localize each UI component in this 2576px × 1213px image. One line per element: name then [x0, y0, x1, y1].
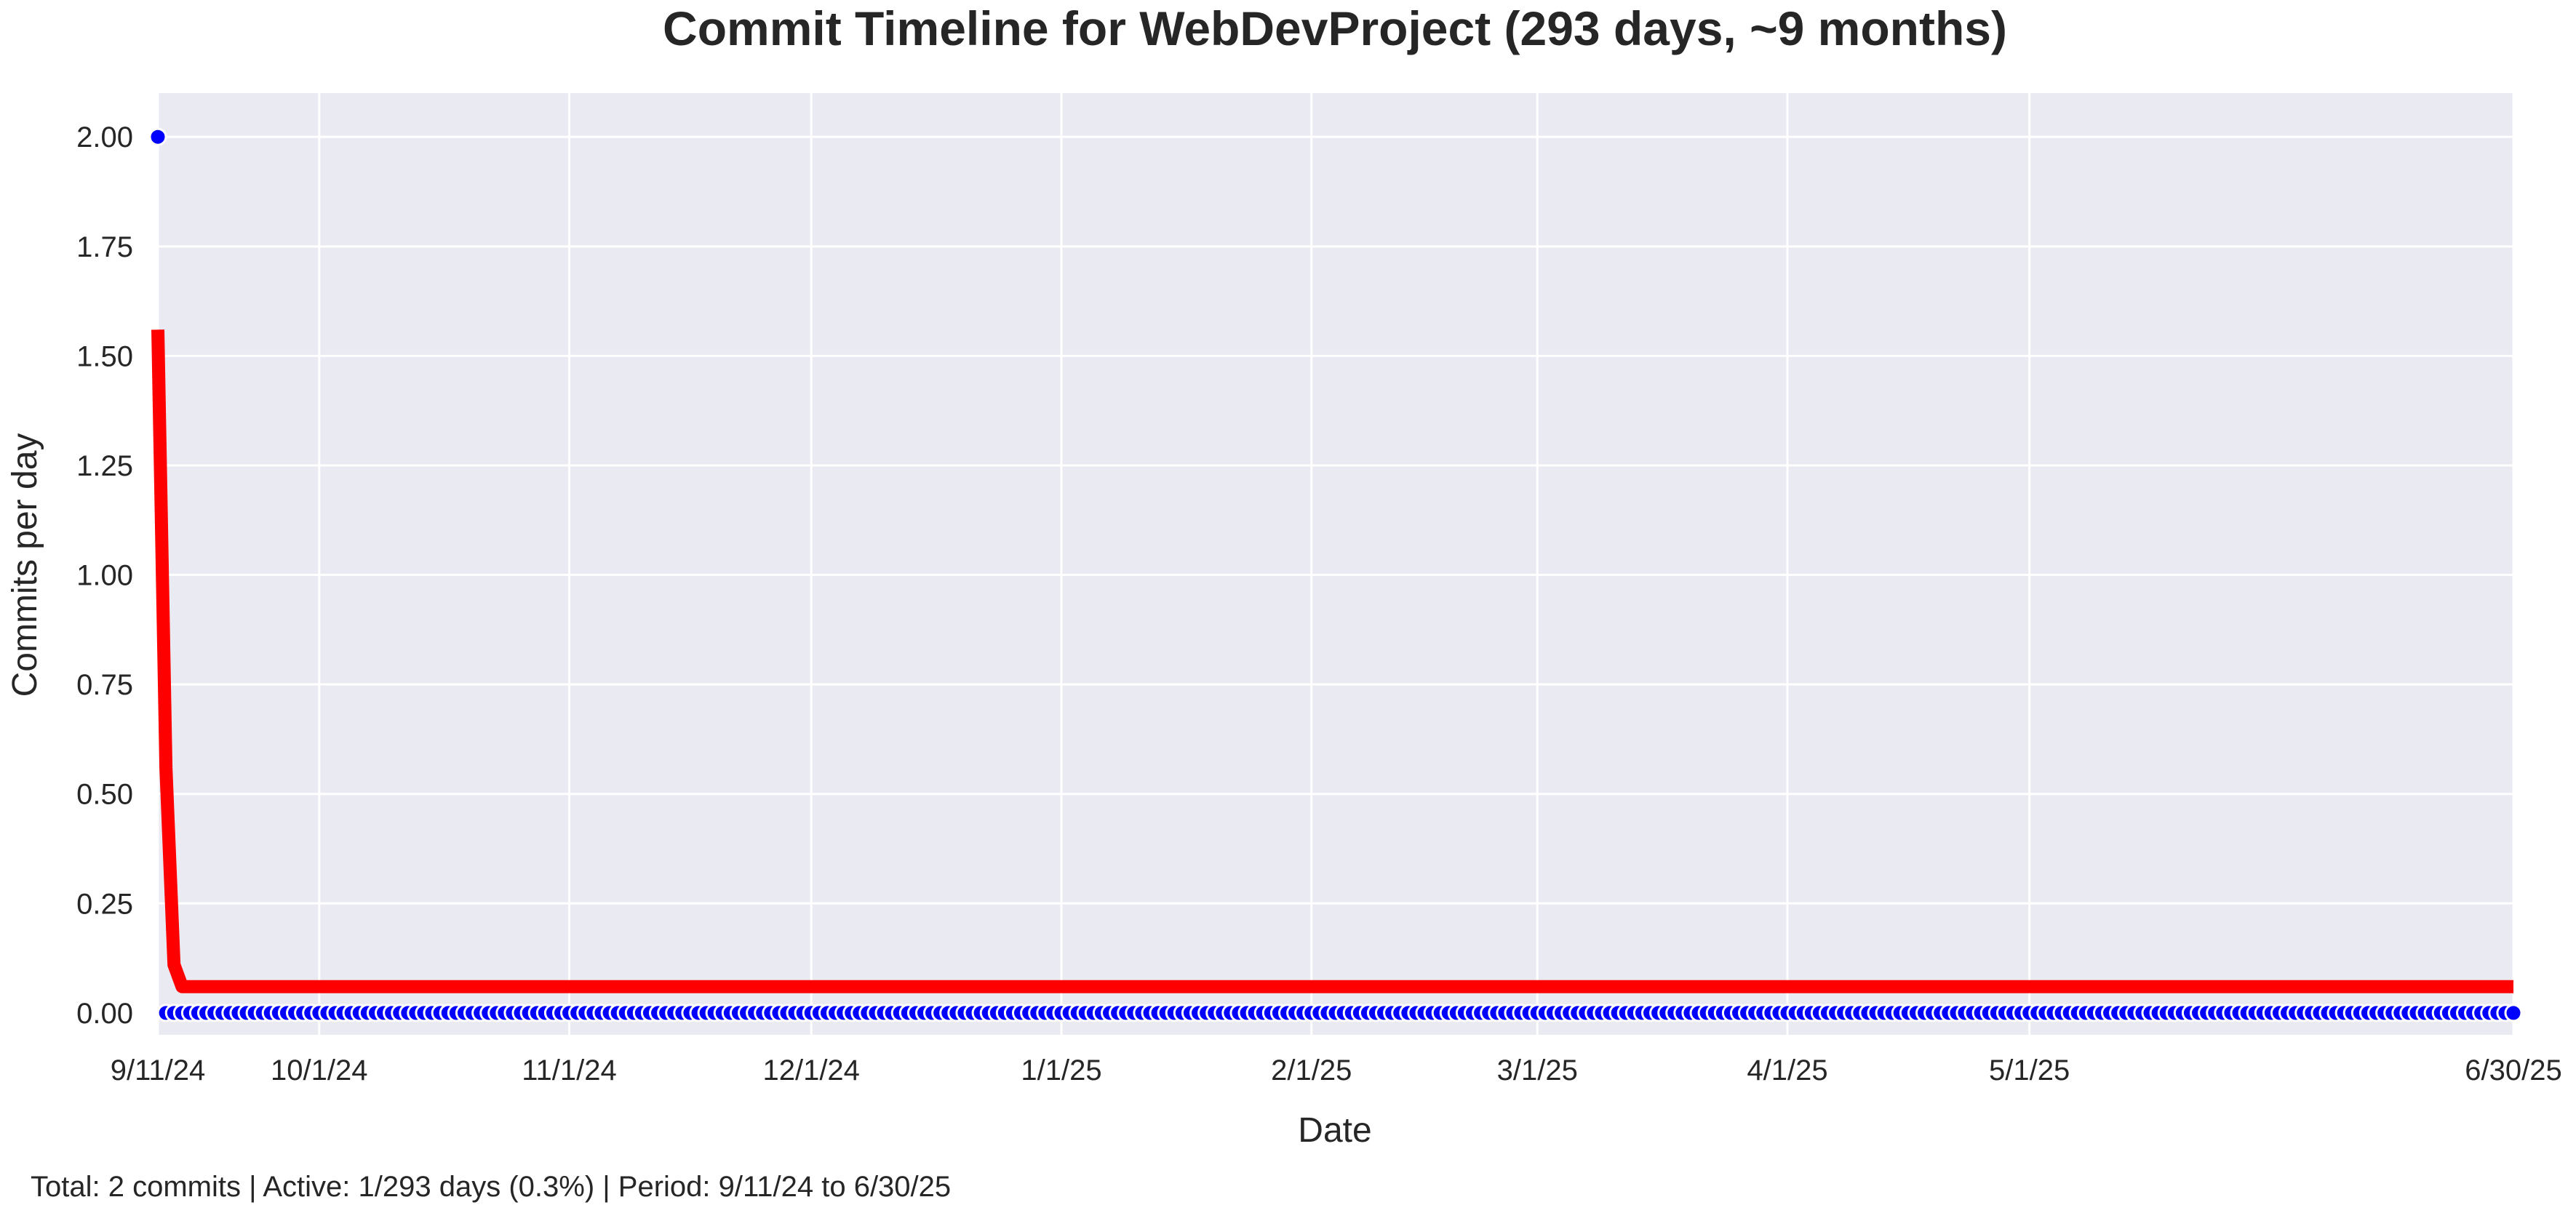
x-tick-label: 3/1/25: [1497, 1054, 1578, 1086]
y-tick-label: 1.00: [76, 560, 133, 592]
y-axis-ticks: 0.00 0.25 0.50 0.75 1.00 1.25 1.50 1.75 2.00: [76, 121, 133, 1030]
chart-title: Commit Timeline for WebDevProject (293 d…: [663, 1, 2007, 55]
x-tick-label: 5/1/25: [1989, 1054, 2070, 1086]
y-tick-label: 0.00: [76, 998, 133, 1030]
y-tick-label: 2.00: [76, 121, 133, 153]
x-axis-ticks: 9/11/24 10/1/24 11/1/24 12/1/24 1/1/25 2/1/25…: [111, 1054, 2562, 1086]
y-tick-label: 1.25: [76, 450, 133, 482]
y-axis-title: Commits per day: [6, 433, 44, 697]
y-tick-label: 0.75: [76, 669, 133, 701]
x-axis-title: Date: [1298, 1111, 1371, 1150]
y-tick-label: 1.50: [76, 340, 133, 372]
x-tick-label: 10/1/24: [271, 1054, 367, 1086]
y-tick-label: 1.75: [76, 231, 133, 263]
commit-timeline-chart: Commit Timeline for WebDevProject (293 d…: [6, 1, 2562, 1203]
x-tick-label: 1/1/25: [1021, 1054, 1101, 1086]
summary-footer: Total: 2 commits | Active: 1/293 days (0…: [31, 1171, 951, 1203]
x-tick-label: 2/1/25: [1271, 1054, 1352, 1086]
daily-commit-point: [2504, 1004, 2523, 1022]
daily-commit-point: [148, 127, 167, 146]
y-tick-label: 0.50: [76, 779, 133, 811]
x-tick-label: 4/1/25: [1747, 1054, 1827, 1086]
x-tick-label: 11/1/24: [522, 1054, 617, 1086]
y-tick-label: 0.25: [76, 888, 133, 920]
plot-area: [158, 93, 2513, 1035]
x-tick-label: 9/11/24: [111, 1054, 206, 1086]
x-tick-label: 12/1/24: [762, 1054, 859, 1086]
x-tick-label: 6/30/25: [2465, 1054, 2561, 1086]
